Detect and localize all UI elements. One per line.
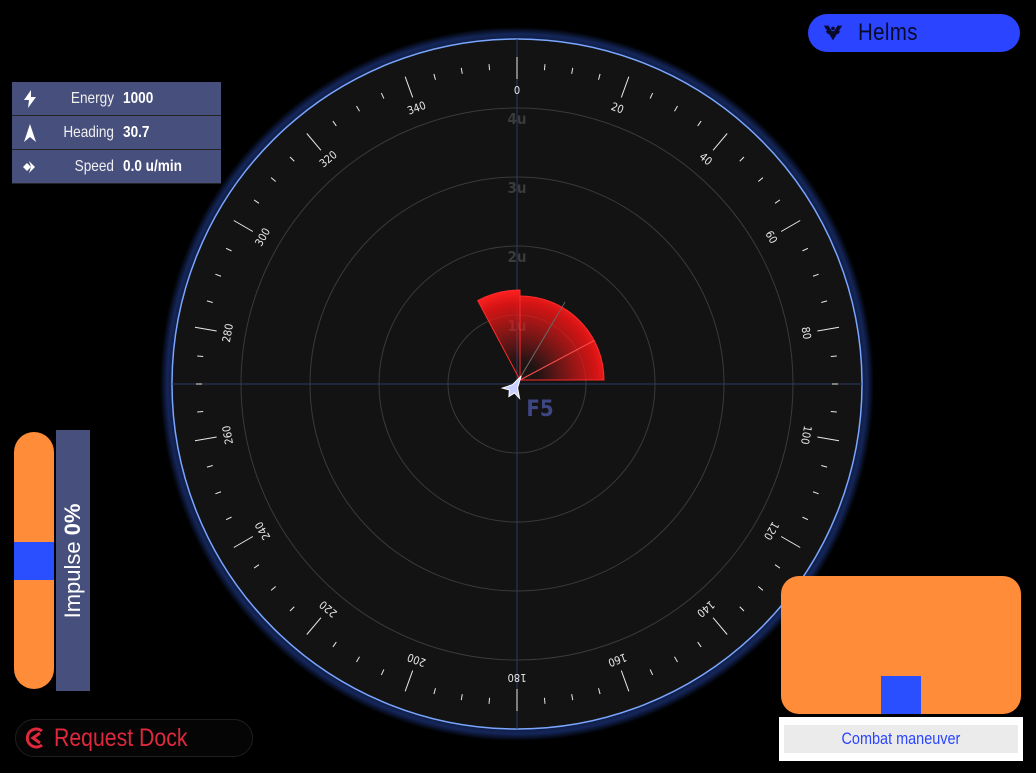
energy-value: 1000 xyxy=(123,89,154,107)
bearing-tick xyxy=(543,697,546,704)
lightning-icon xyxy=(24,89,36,108)
impulse-readout: Impulse 0% xyxy=(56,430,90,691)
heading-label: Heading xyxy=(63,123,114,141)
speed-chevron-icon xyxy=(23,160,35,173)
energy-label: Energy xyxy=(70,89,114,107)
combat-maneuver-handle[interactable] xyxy=(881,676,921,714)
combat-maneuver-label: Combat maneuver xyxy=(841,729,961,748)
bearing-label: 80 xyxy=(799,326,814,341)
range-label: 3u xyxy=(508,179,527,197)
ship-emblem-icon xyxy=(823,25,843,41)
speed-value: 0.0 u/min xyxy=(123,157,182,175)
dock-icon xyxy=(25,727,43,749)
ship-stats-panel: Energy 1000 Heading 30.7 Speed 0.0 u/min xyxy=(12,82,221,184)
combat-maneuver-button[interactable]: Combat maneuver xyxy=(779,717,1023,761)
speed-label: Speed xyxy=(74,157,114,175)
sector-label: F5 xyxy=(526,397,553,422)
bearing-tick xyxy=(543,64,546,71)
speed-stat: Speed 0.0 u/min xyxy=(12,150,221,184)
request-dock-button[interactable]: Request Dock xyxy=(15,719,253,757)
impulse-slider-handle[interactable] xyxy=(14,542,54,580)
combat-maneuver-pad[interactable] xyxy=(781,576,1021,714)
request-dock-label: Request Dock xyxy=(54,723,188,752)
heading-stat: Heading 30.7 xyxy=(12,116,221,150)
impulse-value: 0% xyxy=(60,503,85,535)
bearing-tick xyxy=(830,410,837,413)
impulse-slider[interactable] xyxy=(14,432,54,689)
station-title: Helms xyxy=(858,19,918,46)
range-label: 2u xyxy=(508,248,527,266)
bearing-tick xyxy=(488,697,491,704)
bearing-tick xyxy=(830,355,837,358)
station-badge: Helms xyxy=(808,14,1020,52)
bearing-tick xyxy=(197,355,204,358)
heading-arrow-icon xyxy=(24,123,36,142)
bearing-label: 0 xyxy=(514,84,520,97)
impulse-label: Impulse xyxy=(60,540,85,618)
range-label: 4u xyxy=(508,110,527,128)
bearing-label: 180 xyxy=(508,671,527,684)
heading-value: 30.7 xyxy=(123,123,150,141)
bearing-tick xyxy=(197,410,204,413)
energy-stat: Energy 1000 xyxy=(12,82,221,116)
bearing-tick xyxy=(488,64,491,71)
